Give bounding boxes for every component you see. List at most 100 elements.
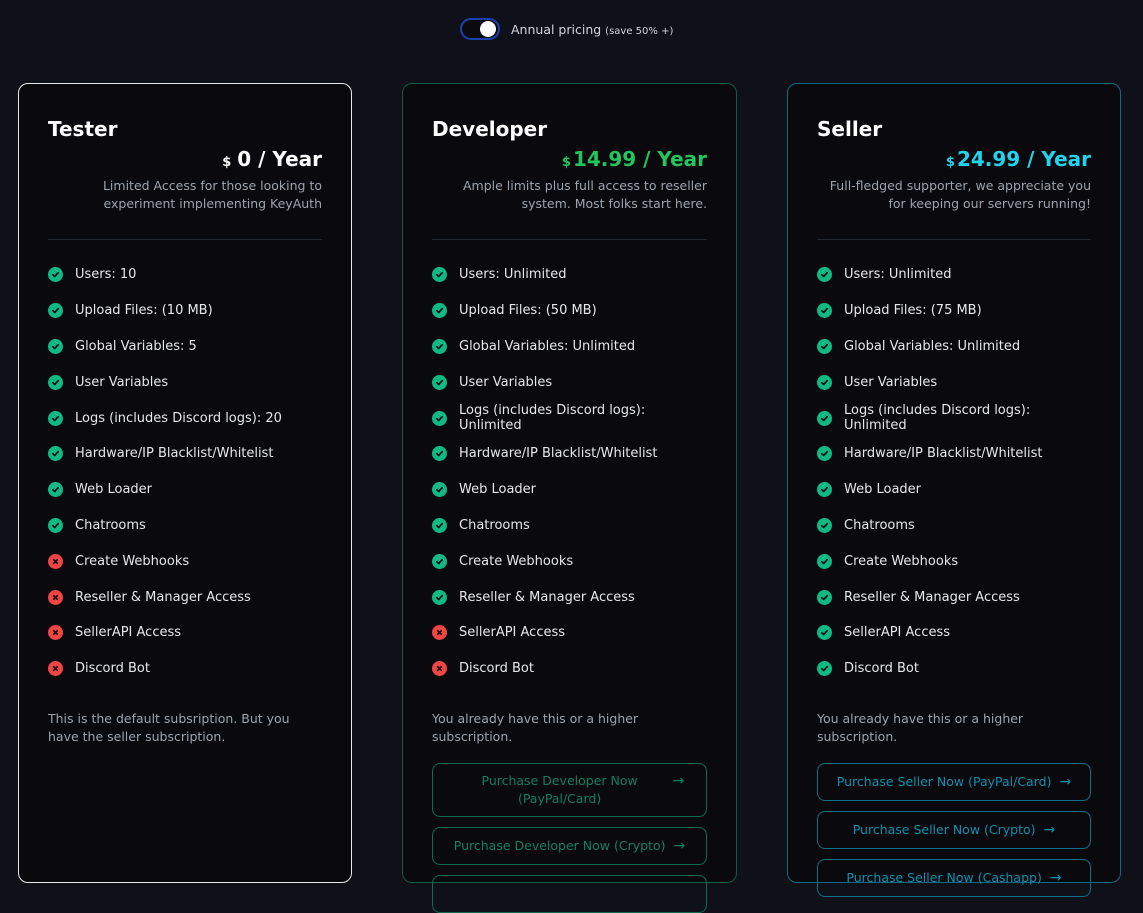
plan-price: $14.99 / Year — [432, 147, 707, 175]
feature-label: Logs (includes Discord logs): Unlimited — [844, 403, 1031, 434]
check-circle-icon — [432, 303, 447, 319]
feature-item: Chatrooms — [48, 508, 322, 544]
check-circle-icon — [48, 517, 63, 533]
feature-item: Chatrooms — [817, 508, 1091, 544]
check-circle-icon — [432, 374, 447, 390]
check-circle-icon — [817, 589, 832, 605]
check-circle-icon — [817, 625, 832, 641]
feature-item: User Variables — [817, 364, 1091, 400]
check-circle-icon — [817, 338, 832, 354]
purchase-seller-cashapp-button[interactable]: Purchase Seller Now (Cashapp) → — [817, 858, 1091, 897]
check-circle-icon — [48, 446, 63, 462]
feature-label: User Variables — [459, 374, 553, 390]
feature-label: Create Webhooks — [75, 553, 190, 569]
purchase-seller-paypal-button[interactable]: Purchase Seller Now (PayPal/Card) → — [817, 762, 1091, 801]
feature-label: Discord Bot — [459, 661, 534, 677]
check-circle-icon — [817, 482, 832, 498]
feature-label: Upload Files: (10 MB) — [75, 303, 213, 319]
feature-label: SellerAPI Access — [75, 625, 182, 641]
button-label: Purchase Developer Now (PayPal/Card) — [481, 772, 638, 806]
feature-item: Users: 10 — [48, 257, 322, 293]
x-circle-icon — [48, 661, 63, 677]
check-circle-icon — [817, 553, 832, 569]
feature-item: Upload Files: (50 MB) — [432, 293, 707, 329]
feature-label: Create Webhooks — [459, 553, 574, 569]
feature-item: Create Webhooks — [817, 543, 1091, 579]
feature-item: Discord Bot — [432, 651, 707, 687]
annual-pricing-label: Annual pricing (save 50% +) — [511, 22, 673, 37]
feature-label: Discord Bot — [844, 661, 919, 677]
feature-label: User Variables — [844, 374, 938, 390]
feature-item: Logs (includes Discord logs): Unlimited — [817, 400, 1091, 436]
feature-item: Hardware/IP Blacklist/Whitelist — [432, 436, 707, 472]
x-circle-icon — [432, 625, 447, 641]
feature-label: Hardware/IP Blacklist/Whitelist — [459, 446, 658, 462]
arrow-right-icon: → — [1059, 773, 1072, 790]
feature-label: User Variables — [75, 374, 169, 390]
annual-pricing-toggle[interactable] — [460, 18, 500, 40]
feature-label: Hardware/IP Blacklist/Whitelist — [75, 446, 274, 462]
toggle-knob — [480, 21, 496, 37]
button-label: Purchase Seller Now (Cashapp) — [846, 869, 1042, 885]
plan-description: Limited Access for those looking to expe… — [102, 178, 322, 211]
feature-label: Web Loader — [459, 482, 537, 498]
feature-label: Global Variables: Unlimited — [844, 338, 1021, 354]
feature-item: Create Webhooks — [432, 543, 707, 579]
purchase-buttons: Purchase Developer Now (PayPal/Card) → P… — [432, 762, 707, 913]
check-circle-icon — [48, 374, 63, 390]
feature-item: SellerAPI Access — [432, 615, 707, 651]
currency-symbol: $ — [561, 155, 571, 170]
button-label: Purchase Seller Now (PayPal/Card) — [836, 773, 1052, 789]
divider — [432, 239, 707, 240]
check-circle-icon — [48, 303, 63, 319]
toggle-label-text: Annual pricing — [511, 21, 602, 37]
plan-card-seller: Seller $24.99 / Year Full-fledged suppor… — [787, 83, 1121, 897]
feature-item: Reseller & Manager Access — [817, 579, 1091, 615]
purchase-seller-crypto-button[interactable]: Purchase Seller Now (Crypto) → — [817, 810, 1091, 849]
plan-price: $0 / Year — [48, 147, 322, 175]
feature-label: SellerAPI Access — [844, 625, 951, 641]
purchase-developer-paypal-button[interactable]: Purchase Developer Now (PayPal/Card) → — [432, 762, 707, 817]
button-label: Purchase Seller Now (Crypto) — [852, 821, 1036, 837]
plan-description: Full-fledged supporter, we appreciate yo… — [829, 178, 1091, 211]
feature-label: Web Loader — [844, 482, 922, 498]
feature-item: Logs (includes Discord logs): 20 — [48, 400, 322, 436]
feature-item: User Variables — [48, 364, 322, 400]
plan-name: Developer — [432, 117, 548, 141]
check-circle-icon — [432, 410, 447, 426]
feature-label: Global Variables: Unlimited — [459, 338, 636, 354]
feature-label: Discord Bot — [75, 661, 150, 677]
purchase-developer-crypto-button[interactable]: Purchase Developer Now (Crypto) → — [432, 826, 707, 865]
feature-list: Users: Unlimited Upload Files: (75 MB) Glo… — [817, 257, 1091, 687]
divider — [817, 239, 1091, 240]
divider — [48, 239, 322, 240]
check-circle-icon — [432, 589, 447, 605]
check-circle-icon — [48, 482, 63, 498]
feature-label: Chatrooms — [75, 517, 146, 533]
feature-label: Logs (includes Discord logs): Unlimited — [459, 403, 646, 434]
plan-card-developer: Developer $14.99 / Year Ample limits plu… — [402, 83, 737, 913]
feature-item: Global Variables: Unlimited — [432, 329, 707, 365]
arrow-right-icon: → — [673, 837, 686, 854]
check-circle-icon — [48, 410, 63, 426]
check-circle-icon — [817, 410, 832, 426]
feature-label: Create Webhooks — [844, 553, 959, 569]
plan-note: This is the default subsription. But you… — [48, 710, 290, 744]
feature-list: Users: 10 Upload Files: (10 MB) Global Var… — [48, 257, 322, 687]
feature-label: Logs (includes Discord logs): 20 — [75, 410, 282, 426]
button-label: Purchase Developer Now (Crypto) — [453, 837, 666, 853]
feature-label: Reseller & Manager Access — [844, 589, 1020, 605]
check-circle-icon — [432, 482, 447, 498]
purchase-developer-cashapp-button[interactable] — [432, 874, 707, 913]
arrow-right-icon: → — [672, 772, 685, 789]
arrow-right-icon: → — [1043, 821, 1056, 838]
feature-item: Hardware/IP Blacklist/Whitelist — [48, 436, 322, 472]
check-circle-icon — [432, 338, 447, 354]
feature-item: Global Variables: Unlimited — [817, 329, 1091, 365]
feature-label: Users: 10 — [75, 267, 137, 283]
feature-item: Users: Unlimited — [432, 257, 707, 293]
x-circle-icon — [48, 553, 63, 569]
check-circle-icon — [817, 446, 832, 462]
feature-label: Chatrooms — [459, 517, 530, 533]
feature-item: SellerAPI Access — [48, 615, 322, 651]
